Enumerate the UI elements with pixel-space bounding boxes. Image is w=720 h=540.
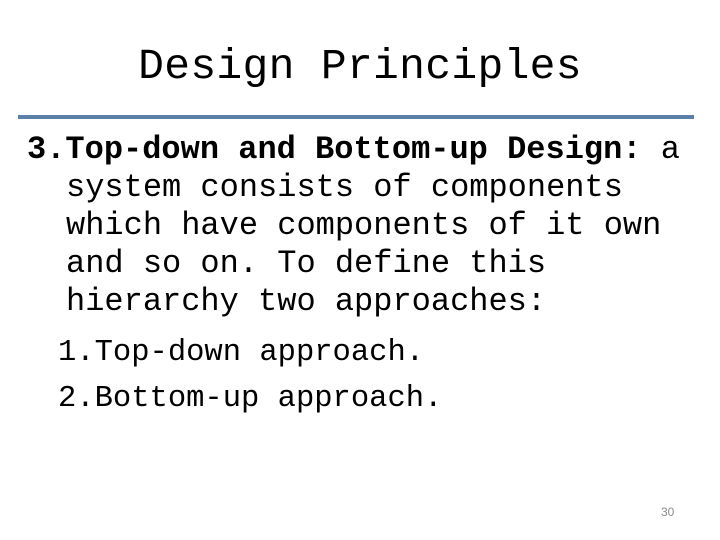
point-heading: Top-down and Bottom-up Design:: [65, 131, 642, 168]
approach-list-item: 2.Bottom-up approach.: [58, 376, 442, 422]
approach-number: 1.: [58, 336, 95, 370]
slide-body: 3.Top-down and Bottom-up Design: a syste…: [27, 131, 707, 321]
approach-list: 1.Top-down approach. 2.Bottom-up approac…: [58, 330, 442, 422]
point-heading-line: 3.Top-down and Bottom-up Design: a: [27, 131, 707, 169]
approach-label: Top-down approach.: [94, 336, 425, 370]
approach-list-item: 1.Top-down approach.: [58, 330, 442, 376]
point-text-line: and so on. To define this: [66, 245, 547, 282]
point-number: 3.: [27, 131, 66, 168]
slide-number: 30: [661, 505, 675, 519]
slide-title: Design Principles: [138, 42, 582, 91]
approach-label: Bottom-up approach.: [94, 382, 443, 416]
point-text-line: system consists of components: [66, 169, 623, 206]
point-text-start: a: [641, 131, 680, 168]
point-text-line: hierarchy two approaches:: [66, 283, 547, 320]
title-divider: [18, 115, 694, 119]
approach-number: 2.: [58, 382, 95, 416]
point-text-line: which have components of it own: [66, 207, 662, 244]
